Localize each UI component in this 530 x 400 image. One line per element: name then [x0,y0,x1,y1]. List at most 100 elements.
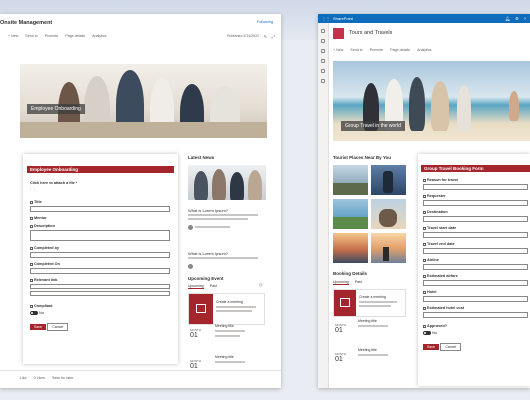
reason-input[interactable] [423,184,528,190]
home-icon[interactable] [321,29,325,33]
upcoming-event-title: Upcoming Event [188,276,224,281]
cmd-new[interactable]: + New [333,48,343,52]
field-label-compliant: Compliant [34,304,53,308]
app-rail [318,23,329,388]
edit-icon[interactable]: ✎ [264,34,267,39]
news-item-1-title[interactable]: What is Lorem Ipsum? [188,208,228,213]
cmd-analytics[interactable]: Analytics [92,34,106,38]
start-date-icon [423,226,426,230]
airline-icon [423,258,426,262]
compliant-toggle[interactable] [30,311,38,315]
site-title: Tours and Travels [349,30,393,36]
news-icon[interactable] [321,49,325,53]
description-input[interactable] [30,230,170,241]
airfare-input[interactable] [423,280,528,286]
field-label-relevant-link: Relevant link [34,278,58,282]
hotel-input[interactable] [423,296,528,302]
news-image[interactable] [188,165,266,200]
globe-icon[interactable] [321,39,325,43]
app-launcher-icon[interactable]: ⋮⋮ [322,16,330,21]
site-title: Onsite Management [0,20,53,26]
tourist-places-title: Tourist Places Near By You [333,155,392,160]
cmd-promote[interactable]: Promote [370,48,384,52]
approved-toggle[interactable] [423,331,431,335]
expand-icon[interactable]: ⤢ [272,34,275,39]
tourist-photo-4[interactable] [371,199,406,229]
relevant-link-url-input[interactable] [30,284,170,289]
relevant-link-text-input[interactable] [30,291,170,296]
travel-booking-form: Group Travel Booking Form Reason for tra… [418,154,530,386]
hotel-cost-icon [423,306,426,310]
cancel-button[interactable]: Cancel [440,343,462,351]
create-meeting-card[interactable]: Create a meeting [188,293,265,325]
event-title-1[interactable]: Meeting title [215,324,234,328]
field-label-requester: Requester [427,194,446,198]
calendar-add-icon [340,298,350,307]
save-button[interactable]: Save [30,324,46,330]
calendar-icon[interactable]: ◷ [259,282,263,287]
notification-icon[interactable]: 🔔︎ [505,16,510,21]
lists-icon[interactable] [321,69,325,73]
field-label-completed-by: Completed by [34,246,60,250]
tourist-photo-3[interactable] [333,199,368,229]
reason-icon [423,178,426,182]
tourist-photo-1[interactable] [333,165,368,195]
files-icon[interactable] [321,59,325,63]
news-item-2-title[interactable]: What is Lorem Ipsum? [188,251,228,256]
title-icon [30,200,33,204]
help-icon[interactable]: ? [524,16,526,21]
destination-input[interactable] [423,216,528,222]
attach-folder-icon[interactable]: 🗀 [30,187,35,195]
hero-image: Employee Onboarding [20,64,267,138]
start-date-input[interactable] [423,232,528,238]
airfare-icon [423,274,426,278]
tourist-photo-2[interactable] [371,165,406,195]
create-meeting-card[interactable]: Create a meeting [333,289,406,317]
tab-past[interactable]: Past [355,280,362,285]
cmd-analytics[interactable]: Analytics [417,48,431,52]
hotel-cost-input[interactable] [423,312,528,318]
attach-label: Click here to attach a file * [30,181,78,185]
tab-upcoming[interactable]: Upcoming [188,284,204,289]
tourist-photo-5[interactable] [333,233,368,263]
booking-date-1: MONTH 01 [335,323,346,334]
save-button[interactable]: Save [423,344,439,350]
cmd-promote[interactable]: Promote [45,34,59,38]
cmd-send-to[interactable]: Send to [350,48,362,52]
booking-details-title: Booking Details [333,271,368,276]
booking-title-1[interactable]: Meeting title [358,319,377,323]
create-icon[interactable] [321,79,325,83]
cancel-button[interactable]: Cancel [47,323,69,331]
airline-input[interactable] [423,264,528,270]
following-button[interactable]: Following [257,20,273,24]
event-title-2[interactable]: Meeting title [215,355,234,359]
cmd-new[interactable]: + New [8,34,18,38]
site-logo [333,28,344,39]
completed-by-input[interactable] [30,252,170,258]
relevant-link-icon [30,278,33,282]
save-for-later-button[interactable]: Save for later [52,376,73,380]
command-bar: + New Send to Promote Page details Analy… [333,48,431,52]
cmd-page-details[interactable]: Page details [390,48,410,52]
requester-input[interactable] [423,200,528,206]
end-date-input[interactable] [423,248,528,254]
compliant-icon [30,304,33,308]
tab-upcoming[interactable]: Upcoming [333,280,349,285]
tab-past[interactable]: Past [210,284,217,289]
create-meeting-label: Create a meeting [216,300,243,304]
tourist-photo-6[interactable] [371,233,406,263]
hero-image: Group Travel in the world [333,61,530,141]
like-button[interactable]: Like [20,376,27,380]
title-input[interactable] [30,206,170,212]
left-sharepoint-window: Onsite Management Following + New Send t… [0,14,281,388]
booking-title-2[interactable]: Meeting title [358,348,377,352]
completed-on-input[interactable] [30,268,170,274]
cmd-send-to[interactable]: Send to [25,34,37,38]
field-label-title: Title [34,200,42,204]
approved-toggle-label: No [432,331,437,335]
field-label-description: Description [34,224,55,228]
settings-icon[interactable]: ⚙ [515,16,519,21]
cmd-page-details[interactable]: Page details [65,34,85,38]
field-label-start-date: Travel start date [427,226,457,230]
likes-count: 0 Likes [33,376,45,380]
